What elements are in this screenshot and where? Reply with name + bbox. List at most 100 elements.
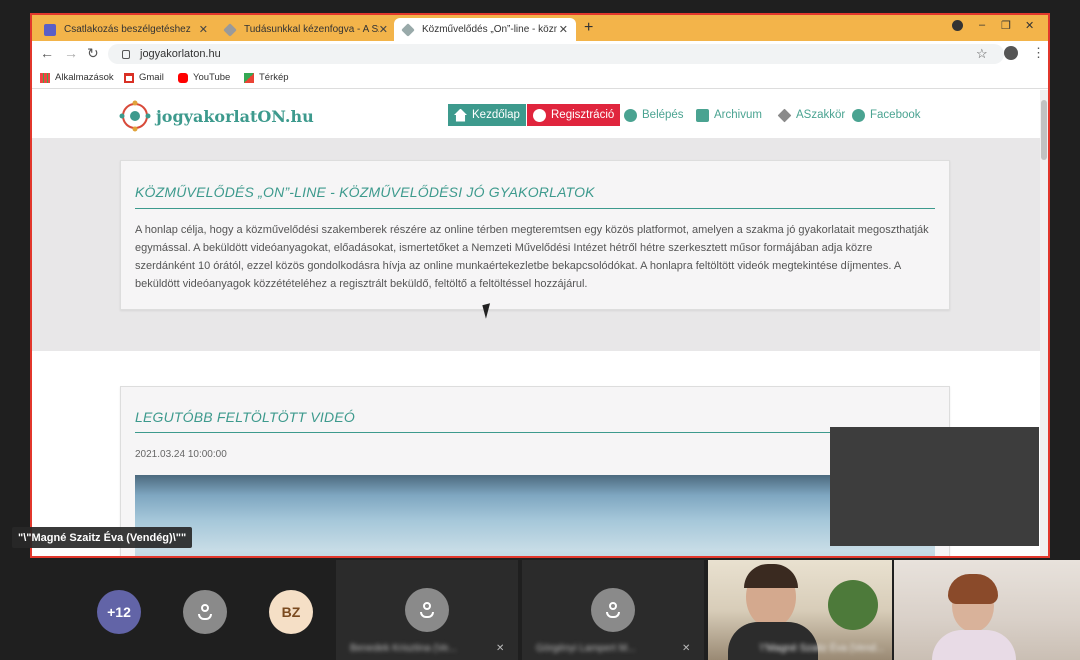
intro-title: KÖZMŰVELŐDÉS „ON”-LINE - KÖZMŰVELŐDÉSI J… [135, 184, 595, 200]
mic-muted-icon: ✕ [682, 643, 691, 654]
close-window-icon[interactable]: ✕ [1025, 19, 1034, 32]
maps-icon [244, 72, 254, 83]
profile-menu-icon[interactable] [952, 20, 963, 31]
browser-tab-bar: Csatlakozás beszélgetéshez ✕ Tudásunkkal… [32, 15, 1048, 41]
video-player[interactable] [135, 475, 935, 556]
star-icon[interactable]: ☆ [976, 46, 988, 62]
intro-band: KÖZMŰVELŐDÉS „ON”-LINE - KÖZMŰVELŐDÉSI J… [32, 138, 1040, 351]
participant-strip: +12 BZ Benedek Krisztina (Ve... ✕ Görgén… [0, 560, 1080, 660]
bookmark-label: Térkép [259, 72, 289, 83]
site-header: jogyakorlatON.hu Kezdőlap Regisztráció B… [32, 90, 1040, 138]
page-scrollbar[interactable] [1040, 90, 1048, 556]
title-divider [135, 432, 935, 433]
participant-name: \"Magné Szaitz Éva (Vend... [760, 643, 885, 654]
nav-label: Archivum [714, 109, 762, 121]
bookmark-label: Gmail [139, 72, 164, 83]
participant-hair [948, 574, 998, 604]
site-logo[interactable]: jogyakorlatON.hu [118, 99, 314, 133]
participant-body [932, 630, 1016, 660]
presenter-name-label: "\"Magné Szaitz Éva (Vendég)\"" [12, 527, 193, 548]
new-tab-button[interactable]: + [584, 19, 593, 37]
nav-facebook[interactable]: Facebook [846, 104, 927, 126]
tab-join[interactable]: Csatlakozás beszélgetéshez ✕ [36, 18, 216, 41]
avatar [183, 590, 227, 634]
participant-hair [744, 564, 798, 588]
maximize-icon[interactable]: ❐ [1001, 19, 1011, 32]
tab-title: Csatlakozás beszélgetéshez [64, 24, 191, 35]
nav-home[interactable]: Kezdőlap [448, 104, 526, 126]
diamond-icon [401, 22, 415, 37]
tab-title: Tudásunkkal kézenfogva - A Szakkör [244, 24, 379, 35]
back-icon[interactable]: ← [40, 45, 54, 61]
home-icon [454, 108, 467, 122]
facebook-icon [852, 108, 865, 122]
close-icon[interactable]: ✕ [199, 23, 208, 36]
teams-icon [44, 23, 56, 36]
latest-title: LEGUTÓBB FELTÖLTÖTT VIDEÓ [135, 409, 355, 425]
intro-card: KÖZMŰVELŐDÉS „ON”-LINE - KÖZMŰVELŐDÉSI J… [120, 160, 950, 310]
account-icon[interactable] [1004, 46, 1018, 60]
participant-body [728, 622, 818, 660]
bookmark-youtube[interactable]: YouTube [178, 72, 230, 83]
tab-szakkor[interactable]: Tudásunkkal kézenfogva - A Szakkör ✕ [216, 18, 396, 41]
nav-register[interactable]: Regisztráció [527, 104, 621, 126]
reload-icon[interactable]: ↻ [87, 45, 99, 62]
overflow-participants-button[interactable]: +12 [97, 590, 141, 634]
user-circle-icon [624, 108, 637, 122]
play-square-icon [696, 108, 709, 122]
nav-label: Facebook [870, 109, 921, 121]
intro-text: A honlap célja, hogy a közművelődési sza… [135, 224, 929, 290]
bookmark-label: YouTube [193, 72, 231, 83]
participant-video[interactable]: \"Magné Szaitz Éva (Vend... [708, 560, 892, 660]
forward-icon[interactable]: → [64, 45, 78, 61]
avatar [405, 588, 449, 632]
browser-toolbar: ← → ↻ jogyakorlaton.hu ☆ ⋮ [32, 41, 1048, 67]
participant-tile[interactable]: Görgényi Lampert M... ✕ [522, 560, 704, 660]
plant [828, 580, 878, 630]
tab-kozmuvelodes[interactable]: Közművelődés „On”-line - közművelődési ✕ [394, 18, 576, 41]
nav-login[interactable]: Belépés [618, 104, 690, 126]
participant-name: Benedek Krisztina (Ve... [350, 643, 457, 654]
bookmarks-bar: Alkalmazások Gmail YouTube Térkép [32, 67, 1048, 89]
gmail-icon [124, 72, 134, 83]
nav-label: ASzakkör [796, 109, 846, 121]
self-video-preview [830, 427, 1039, 546]
teams-meeting-window: Csatlakozás beszélgetéshez ✕ Tudásunkkal… [0, 0, 1080, 660]
person-icon [606, 602, 620, 618]
menu-dots-icon[interactable]: ⋮ [1032, 45, 1045, 61]
avatar-initials: BZ [269, 590, 313, 634]
participant-tile[interactable]: Benedek Krisztina (Ve... ✕ [336, 560, 518, 660]
user-check-icon [533, 108, 546, 122]
avatar [591, 588, 635, 632]
diamond-icon [777, 108, 792, 122]
url-text: jogyakorlaton.hu [140, 48, 221, 60]
nav-label: Regisztráció [551, 109, 615, 121]
bookmark-gmail[interactable]: Gmail [124, 72, 164, 83]
mic-muted-icon: ✕ [496, 643, 505, 654]
participant-video[interactable] [894, 560, 1080, 660]
logo-icon [119, 100, 151, 132]
nav-szakkor[interactable]: ASzakkör [772, 104, 851, 126]
diamond-icon [223, 22, 237, 37]
lock-icon [122, 49, 130, 59]
bookmark-maps[interactable]: Térkép [244, 72, 289, 83]
participant-name: Görgényi Lampert M... [536, 643, 636, 654]
apps-grid-icon [40, 72, 50, 83]
nav-label: Belépés [642, 109, 684, 121]
bookmark-apps[interactable]: Alkalmazások [40, 72, 114, 83]
title-divider [135, 208, 935, 209]
person-icon [420, 602, 434, 618]
nav-label: Kezdőlap [472, 109, 520, 121]
scrollbar-thumb[interactable] [1041, 100, 1047, 160]
close-icon[interactable]: ✕ [559, 23, 568, 36]
person-icon [198, 604, 212, 620]
logo-text: jogyakorlatON.hu [156, 106, 314, 126]
video-date: 2021.03.24 10:00:00 [135, 449, 227, 460]
bookmark-label: Alkalmazások [55, 72, 114, 83]
close-icon[interactable]: ✕ [379, 23, 388, 36]
youtube-icon [178, 72, 188, 83]
address-bar[interactable]: jogyakorlaton.hu [108, 44, 1004, 64]
minimize-icon[interactable]: – [979, 19, 985, 31]
latest-video-card: LEGUTÓBB FELTÖLTÖTT VIDEÓ 2021.03.24 10:… [120, 386, 950, 556]
nav-archive[interactable]: Archivum [690, 104, 768, 126]
